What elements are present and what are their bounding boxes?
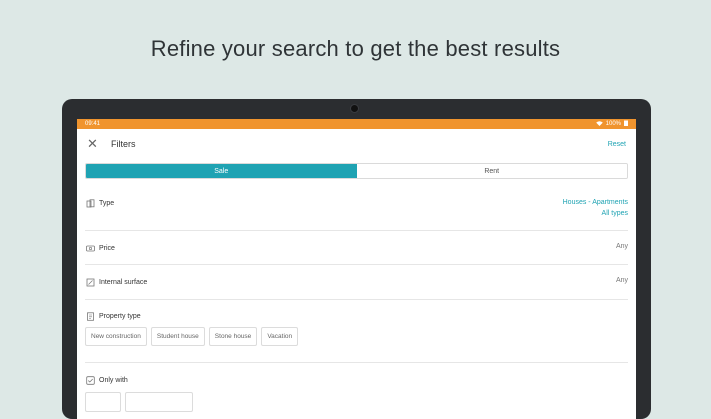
wifi-icon — [595, 120, 603, 128]
chip-new-construction[interactable]: New construction — [85, 327, 147, 346]
reset-button[interactable]: Reset — [608, 141, 626, 148]
tab-rent[interactable]: Rent — [356, 164, 627, 178]
filter-type-label: Type — [99, 199, 115, 207]
only-with-chips — [85, 392, 628, 412]
battery-icon — [624, 120, 628, 128]
type-icon — [85, 198, 95, 208]
filter-type-value-sub: All types — [601, 210, 628, 217]
chip-vacation[interactable]: Vacation — [261, 327, 299, 346]
battery-label: 100% — [605, 121, 621, 127]
property-type-icon — [85, 311, 95, 321]
checkbox-icon[interactable] — [85, 375, 95, 385]
chip-student-house[interactable]: Student house — [150, 327, 205, 346]
status-icons: 100% — [595, 120, 628, 128]
headline: Refine your search to get the best resul… — [150, 36, 561, 61]
price-icon — [85, 243, 95, 253]
status-time: 09:41 — [85, 121, 101, 127]
filter-surface-label: Internal surface — [99, 278, 148, 286]
close-icon[interactable]: ✕ — [87, 136, 103, 152]
filter-surface-value: Any — [615, 277, 628, 284]
filter-price-label: Price — [99, 244, 115, 252]
camera — [351, 105, 358, 112]
filter-price-value: Any — [615, 243, 628, 250]
filter-price-row[interactable]: Price Any — [85, 231, 628, 265]
filter-only-with-row: Only with — [85, 363, 628, 412]
status-bar: 09:41 100% — [77, 119, 636, 129]
filter-surface-row[interactable]: Internal surface Any — [85, 265, 628, 300]
filter-property-type-label: Property type — [99, 312, 141, 320]
contract-toggle: Sale Rent — [85, 163, 628, 179]
filter-type-row[interactable]: Type Houses - Apartments All types — [85, 179, 628, 231]
filter-type-value[interactable]: Houses - Apartments All types — [563, 197, 628, 219]
property-type-chips: New construction Student house Stone hou… — [85, 327, 628, 346]
filter-only-with-label: Only with — [99, 376, 128, 384]
tablet-device: 09:41 100% ✕ Filters Reset Sale Rent Typ… — [62, 99, 651, 419]
filter-type-value-main: Houses - Apartments — [562, 199, 628, 206]
surface-icon — [85, 277, 95, 287]
filter-property-type-row: Property type New construction Student h… — [85, 300, 628, 363]
chip-stone-house[interactable]: Stone house — [208, 327, 258, 346]
only-with-chip[interactable] — [85, 392, 121, 412]
page-title: Filters — [111, 139, 136, 149]
tab-sale[interactable]: Sale — [86, 164, 357, 178]
app-screen: 09:41 100% ✕ Filters Reset Sale Rent Typ… — [77, 119, 636, 419]
app-bar: ✕ Filters Reset — [77, 129, 636, 159]
only-with-chip[interactable] — [125, 392, 193, 412]
